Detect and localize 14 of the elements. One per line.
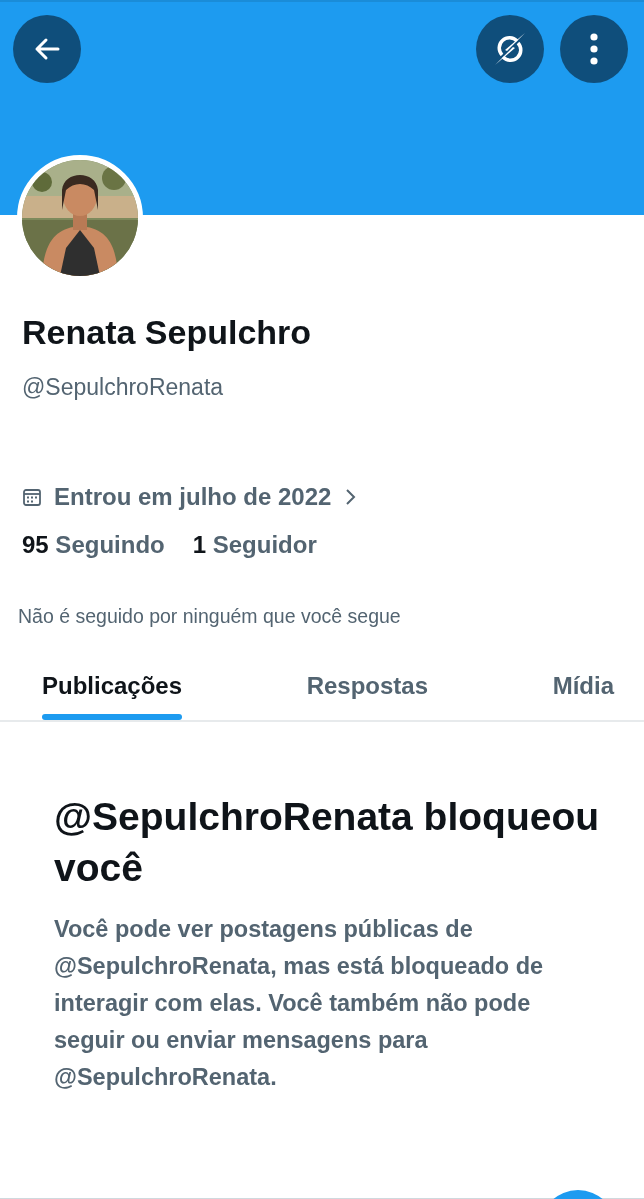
profile-tab[interactable]: Respostas bbox=[306, 660, 429, 720]
profile-handle: @SepulchroRenata bbox=[22, 374, 225, 401]
join-date: Entrou em julho de 2022 bbox=[54, 483, 332, 511]
profile-tab[interactable]: Publicações bbox=[42, 660, 183, 720]
chevron-right-icon[interactable] bbox=[343, 487, 358, 507]
profile-tab[interactable]: Mídia bbox=[552, 660, 614, 720]
blocked-message: Você pode ver postagens públicas de @SepulchroRenata, mas está bloqueado de interagir com elas. Você também não pode seguir ou enviar mensagens para @SepulchroRenata. bbox=[54, 915, 545, 1093]
calendar-icon bbox=[22, 487, 42, 507]
profile-name: Renata Sepulchro bbox=[22, 313, 313, 352]
follow-count-link[interactable]: 1 Seguidor bbox=[192, 531, 317, 559]
followers-you-know-note: Não é seguido por ninguém que você segue bbox=[18, 605, 402, 628]
blocked-title: @SepulchroRenata bloqueou você bbox=[54, 794, 601, 891]
follow-count-link[interactable]: 95 Seguindo bbox=[22, 531, 165, 559]
more-vertical-icon bbox=[589, 32, 599, 66]
